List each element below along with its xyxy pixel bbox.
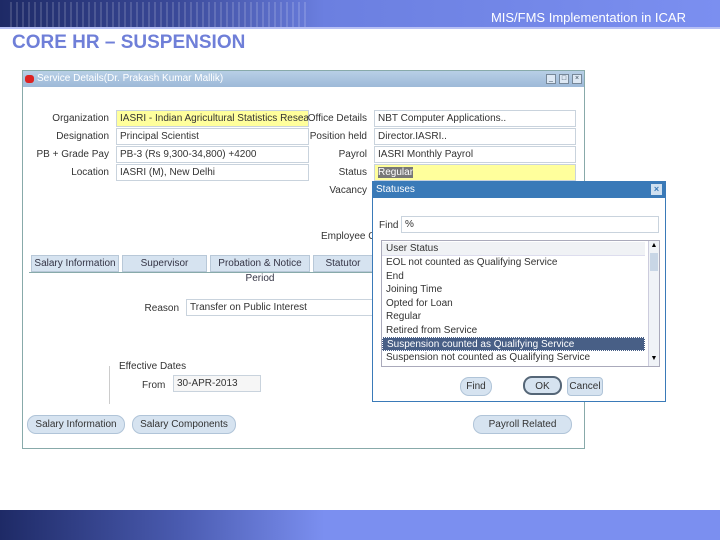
find-label: Find <box>379 220 399 231</box>
scroll-up-icon[interactable]: ▲ <box>650 242 658 251</box>
list-item[interactable]: End <box>382 270 645 284</box>
office-details-label: Office Details <box>307 113 367 124</box>
status-value: Regular <box>378 167 414 178</box>
list-item[interactable]: Suspension counted as Qualifying Service <box>382 337 645 351</box>
payroll-related-button[interactable]: Payroll Related <box>473 415 572 434</box>
tab-supervisor[interactable]: Supervisor <box>122 255 207 272</box>
status-label: Status <box>338 167 367 178</box>
statuses-dialog: Statuses × Find % User Status EOL not co… <box>372 181 666 402</box>
scroll-thumb[interactable] <box>650 253 658 271</box>
tab-salary-information[interactable]: Salary Information <box>31 255 119 272</box>
reason-field[interactable]: Transfer on Public Interest <box>186 299 376 316</box>
list-item[interactable]: Regular <box>382 310 645 324</box>
slide-banner: MIS/FMS Implementation in ICAR <box>0 0 720 29</box>
status-list: User Status EOL not counted as Qualifyin… <box>381 240 660 367</box>
salary-information-button[interactable]: Salary Information <box>27 415 125 434</box>
minimize-icon[interactable]: _ <box>546 74 556 84</box>
close-icon[interactable]: × <box>572 74 582 84</box>
employee-category-label: Employee C <box>321 231 376 242</box>
location-label: Location <box>71 167 109 178</box>
pb-grade-label: PB + Grade Pay <box>36 149 109 160</box>
dialog-title: Statuses <box>376 184 415 195</box>
tab-divider <box>29 272 374 273</box>
effective-dates-label: Effective Dates <box>119 361 187 372</box>
payroll-label: Payrol <box>338 149 367 160</box>
find-input[interactable]: % <box>401 216 659 233</box>
from-date-field[interactable]: 30-APR-2013 <box>173 375 261 392</box>
list-scrollbar[interactable]: ▲ ▼ <box>648 241 659 366</box>
organization-label: Organization <box>52 113 109 124</box>
position-held-field[interactable]: Director.IASRI.. <box>374 128 576 145</box>
window-title-bar[interactable]: Service Details(Dr. Prakash Kumar Mallik… <box>23 71 584 87</box>
position-held-label: Position held <box>309 131 367 142</box>
tab-probation-notice-period[interactable]: Probation & Notice Period <box>210 255 310 284</box>
payroll-field[interactable]: IASRI Monthly Payrol <box>374 146 576 163</box>
reason-label: Reason <box>144 303 179 314</box>
slide-title: CORE HR – SUSPENSION <box>12 32 246 53</box>
find-button[interactable]: Find <box>460 377 492 396</box>
from-label: From <box>142 380 166 391</box>
list-column-header[interactable]: User Status <box>382 242 645 256</box>
location-field[interactable]: IASRI (M), New Delhi <box>116 164 309 181</box>
designation-field[interactable]: Principal Scientist <box>116 128 309 145</box>
salary-components-button[interactable]: Salary Components <box>132 415 236 434</box>
vacancy-label: Vacancy <box>329 185 367 196</box>
office-details-field[interactable]: NBT Computer Applications.. <box>374 110 576 127</box>
ok-button[interactable]: OK <box>523 376 562 395</box>
effective-dates-group <box>109 366 111 404</box>
list-item[interactable]: Opted for Loan <box>382 297 645 311</box>
status-field[interactable]: Regular <box>374 164 576 181</box>
oracle-icon <box>25 75 34 83</box>
tab-statutory[interactable]: Statutor <box>313 255 373 272</box>
dialog-title-bar[interactable]: Statuses × <box>373 182 665 198</box>
list-item[interactable]: Suspension not counted as Qualifying Ser… <box>382 351 645 365</box>
scroll-down-icon[interactable]: ▼ <box>650 355 658 364</box>
list-item[interactable]: EOL not counted as Qualifying Service <box>382 256 645 270</box>
cancel-button[interactable]: Cancel <box>567 377 603 396</box>
slide-subtitle: MIS/FMS Implementation in ICAR <box>490 10 686 25</box>
organization-field[interactable]: IASRI - Indian Agricultural Statistics R… <box>116 110 309 127</box>
dialog-close-icon[interactable]: × <box>651 184 662 195</box>
pb-grade-field[interactable]: PB-3 (Rs 9,300-34,800) +4200 <box>116 146 309 163</box>
banner-image <box>10 2 310 27</box>
list-item[interactable]: Joining Time <box>382 283 645 297</box>
list-item[interactable]: Retired from Service <box>382 324 645 338</box>
slide-footer <box>0 510 720 540</box>
maximize-icon[interactable]: □ <box>559 74 569 84</box>
window-title: Service Details(Dr. Prakash Kumar Mallik… <box>37 73 224 84</box>
designation-label: Designation <box>56 131 109 142</box>
